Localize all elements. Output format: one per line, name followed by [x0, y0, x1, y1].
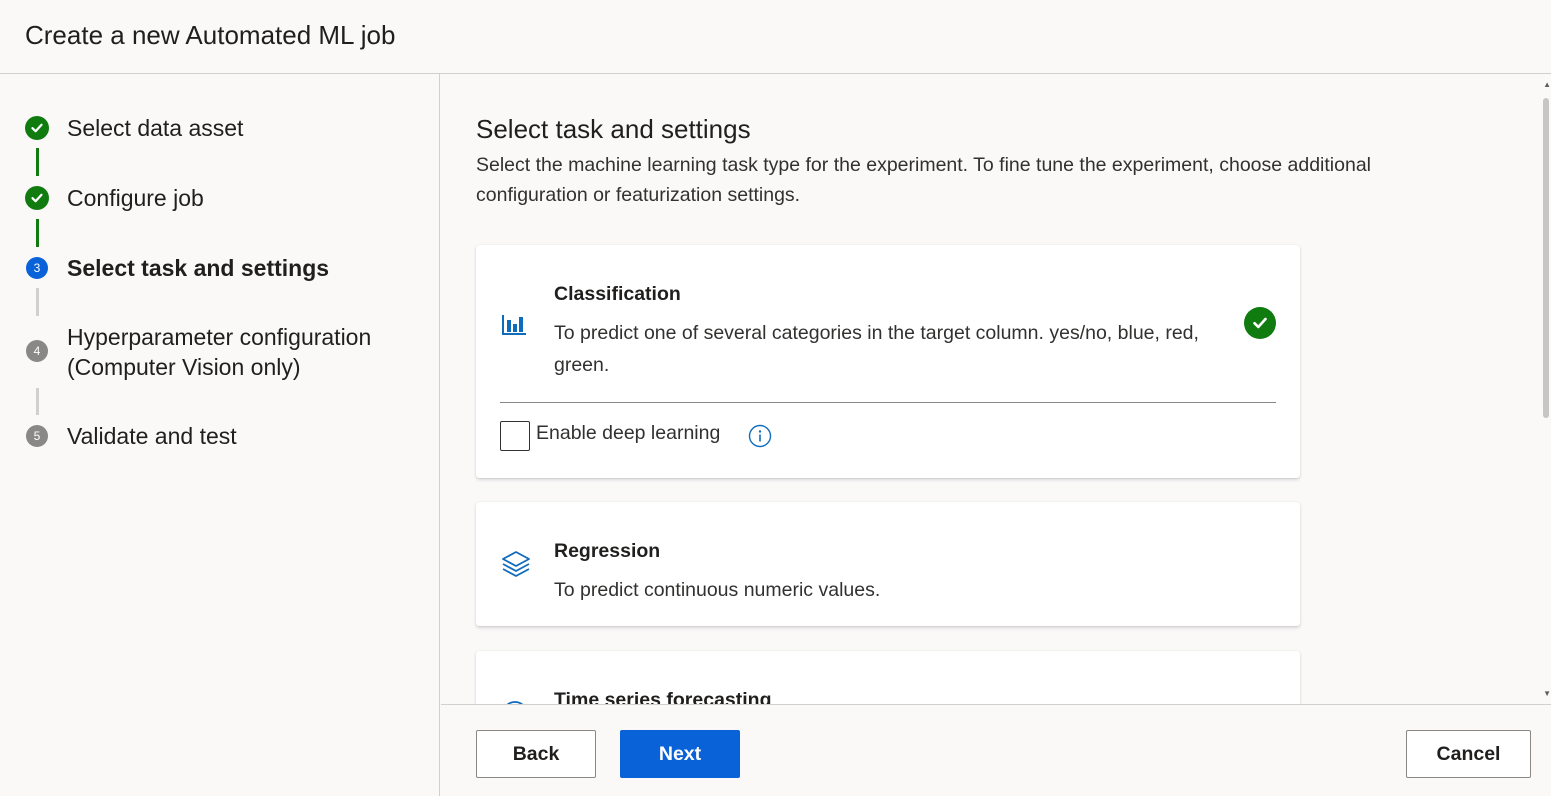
task-title: Regression — [554, 540, 661, 562]
step-number-badge: 4 — [26, 340, 48, 362]
card-divider — [500, 402, 1276, 403]
step-label: Select task and settings — [67, 255, 330, 281]
info-icon[interactable] — [748, 424, 772, 453]
next-button[interactable]: Next — [620, 730, 740, 778]
main-content: Select task and settings Select the mach… — [441, 74, 1551, 704]
task-title: Time series forecasting — [554, 689, 772, 704]
dialog-title: Create a new Automated ML job — [25, 20, 396, 50]
step-complete-check-icon — [25, 186, 49, 210]
scroll-down-arrow-icon[interactable]: ▼ — [1543, 689, 1551, 698]
main-scrollbar[interactable]: ▲ ▼ — [1541, 74, 1551, 704]
task-description: To predict one of several categories in … — [554, 322, 1199, 376]
step-label: Select data asset — [67, 115, 244, 141]
bar-chart-icon — [500, 309, 528, 342]
step-label: Configure job — [67, 185, 204, 211]
section-description: Select the machine learning task type fo… — [476, 154, 1372, 206]
cancel-button[interactable]: Cancel — [1406, 730, 1531, 778]
task-card-classification[interactable]: Classification To predict one of several… — [476, 245, 1300, 478]
task-description: To predict continuous numeric values. — [554, 579, 881, 601]
back-button[interactable]: Back — [476, 730, 596, 778]
task-card-regression[interactable]: Regression To predict continuous numeric… — [476, 502, 1300, 626]
enable-deep-learning-label[interactable]: Enable deep learning — [536, 422, 720, 445]
enable-deep-learning-checkbox[interactable] — [500, 421, 530, 451]
step-number-badge: 3 — [26, 257, 48, 279]
step-connector — [36, 219, 39, 247]
selected-check-icon — [1244, 307, 1276, 339]
scroll-up-arrow-icon[interactable]: ▲ — [1543, 80, 1551, 89]
task-card-time-series-forecasting[interactable]: Time series forecasting — [476, 651, 1300, 704]
step-label: Validate and test — [67, 423, 237, 449]
task-title: Classification — [554, 283, 681, 305]
layers-icon — [500, 548, 532, 585]
step-connector — [36, 148, 39, 176]
step-label-line1: Hyperparameter configuration — [67, 324, 372, 350]
step-connector — [36, 388, 39, 415]
step-complete-check-icon — [25, 116, 49, 140]
section-title: Select task and settings — [476, 114, 751, 144]
wizard-steps: Select data asset Configure job 3 Select… — [0, 74, 440, 796]
step-connector — [36, 288, 39, 316]
dialog-footer: Back Next Cancel — [441, 704, 1551, 796]
step-number-badge: 5 — [26, 425, 48, 447]
dialog-header: Create a new Automated ML job — [0, 0, 1551, 74]
step-label-line2: (Computer Vision only) — [67, 354, 301, 380]
scrollbar-thumb[interactable] — [1543, 98, 1549, 418]
